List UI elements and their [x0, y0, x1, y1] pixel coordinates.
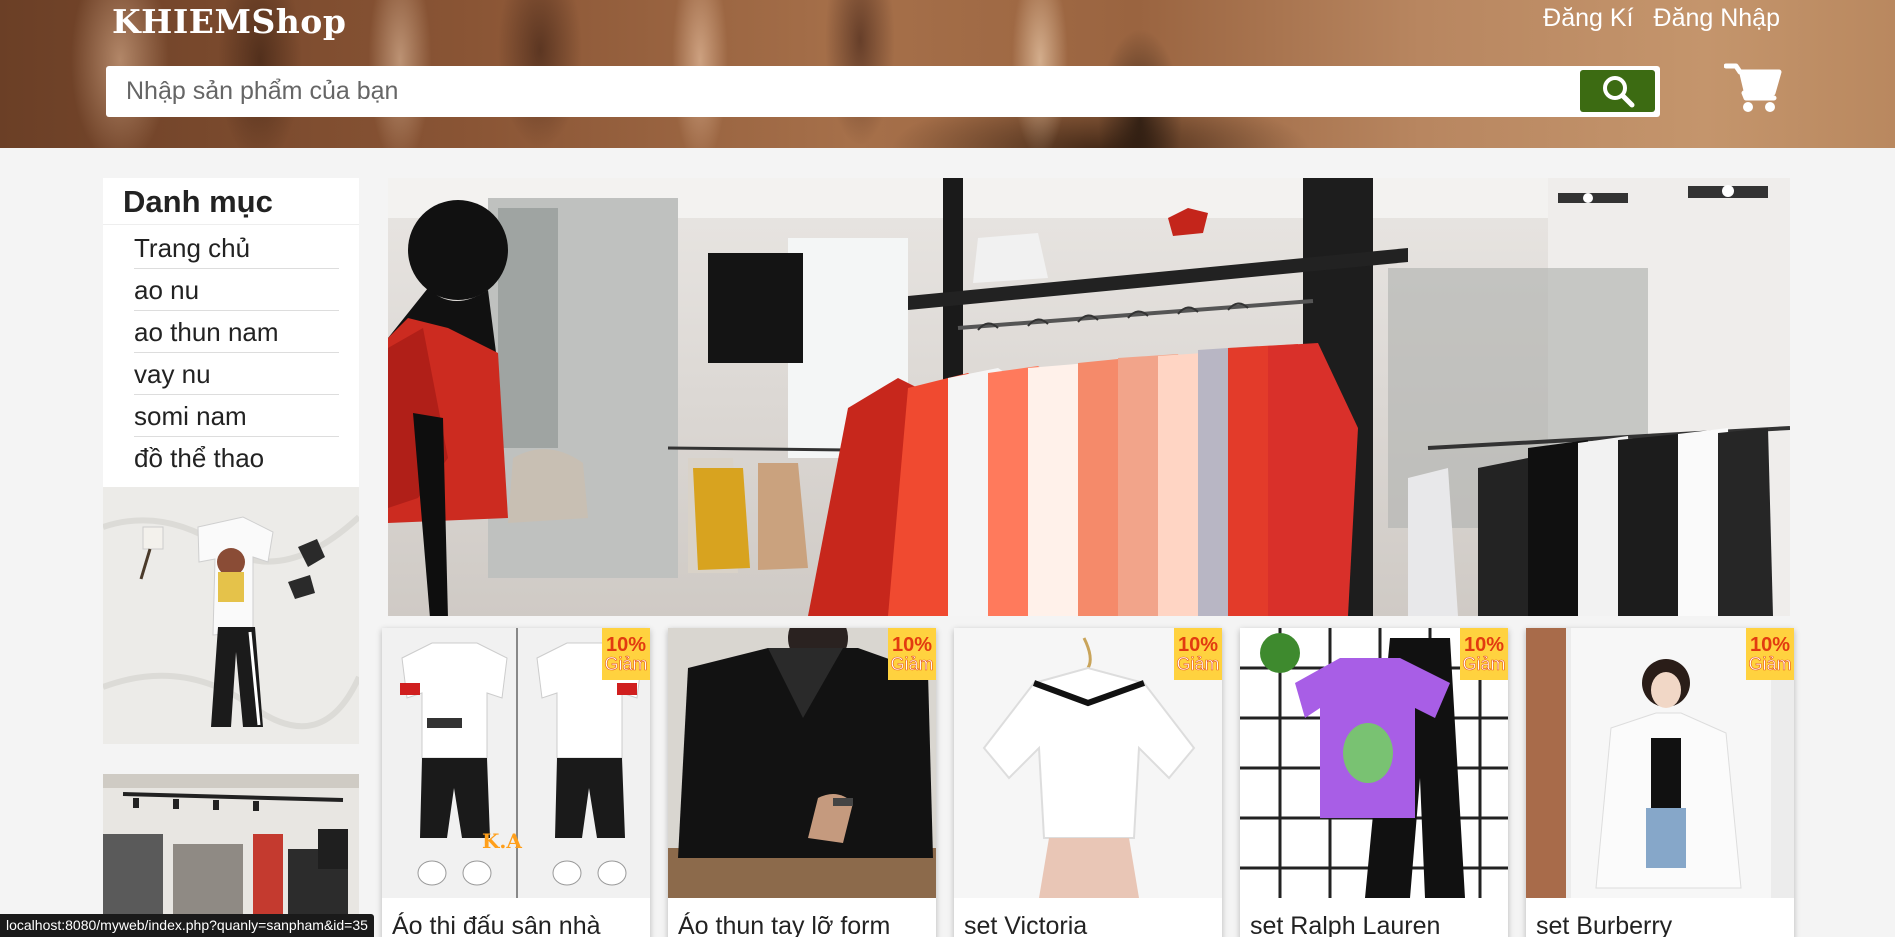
discount-badge: 10% Giảm [888, 628, 936, 680]
category-item-vay-nu[interactable]: vay nu [134, 353, 339, 395]
product-image[interactable]: 10% Giảm [1526, 628, 1794, 898]
product-image[interactable]: 10% Giảm [668, 628, 936, 898]
status-bar-url: localhost:8080/myweb/index.php?quanly=sa… [0, 914, 374, 937]
product-card[interactable]: K.A 10% Giảm Áo thi đấu sân nhà [382, 628, 650, 937]
product-name[interactable]: Áo thun tay lỡ form [668, 898, 936, 937]
side-ad-image-1[interactable] [101, 487, 362, 744]
discount-badge: 10% Giảm [1460, 628, 1508, 680]
product-name[interactable]: set Victoria [954, 898, 1222, 937]
side-ad-image-2[interactable] [103, 774, 359, 914]
discount-badge: 10% Giảm [1746, 628, 1794, 680]
product-name[interactable]: set Burberry [1526, 898, 1794, 937]
product-name[interactable]: set Ralph Lauren [1240, 898, 1508, 937]
category-item-home[interactable]: Trang chủ [134, 227, 339, 269]
category-box: Danh mục Trang chủ ao nu ao thun nam vay… [103, 178, 359, 487]
logo[interactable]: KHIEMShop [112, 2, 346, 41]
discount-badge: 10% Giảm [602, 628, 650, 680]
header: KHIEMShop Đăng Kí Đăng Nhập [0, 0, 1895, 148]
category-title: Danh mục [103, 178, 359, 225]
product-card[interactable]: 10% Giảm set Burberry [1526, 628, 1794, 937]
sidebar: Danh mục Trang chủ ao nu ao thun nam vay… [101, 178, 362, 914]
svg-text:K.A: K.A [482, 829, 522, 853]
product-image[interactable]: 10% Giảm [954, 628, 1222, 898]
cart-button[interactable] [1723, 62, 1782, 114]
cart-icon [1723, 63, 1782, 112]
auth-links: Đăng Kí Đăng Nhập [1543, 4, 1780, 33]
product-card[interactable]: 10% Giảm set Ralph Lauren [1240, 628, 1508, 937]
search-icon [1602, 76, 1634, 108]
product-image[interactable]: K.A 10% Giảm [382, 628, 650, 898]
search-button[interactable] [1580, 70, 1655, 112]
login-link[interactable]: Đăng Nhập [1654, 4, 1780, 33]
category-item-do-the-thao[interactable]: đồ thể thao [134, 437, 339, 479]
product-card[interactable]: 10% Giảm Áo thun tay lỡ form [668, 628, 936, 937]
product-list: K.A 10% Giảm Áo thi đấu sân nhà 10% Giảm [382, 628, 1794, 937]
product-name[interactable]: Áo thi đấu sân nhà [382, 898, 650, 937]
category-list: Trang chủ ao nu ao thun nam vay nu somi … [103, 225, 359, 487]
hero-banner[interactable] [388, 178, 1790, 616]
search-input[interactable] [106, 68, 1576, 115]
product-image[interactable]: 10% Giảm [1240, 628, 1508, 898]
category-item-ao-nu[interactable]: ao nu [134, 269, 339, 311]
discount-badge: 10% Giảm [1174, 628, 1222, 680]
search-bar [106, 66, 1660, 117]
register-link[interactable]: Đăng Kí [1543, 4, 1633, 33]
category-item-somi-nam[interactable]: somi nam [134, 395, 339, 437]
product-card[interactable]: 10% Giảm set Victoria [954, 628, 1222, 937]
category-item-ao-thun-nam[interactable]: ao thun nam [134, 311, 339, 353]
